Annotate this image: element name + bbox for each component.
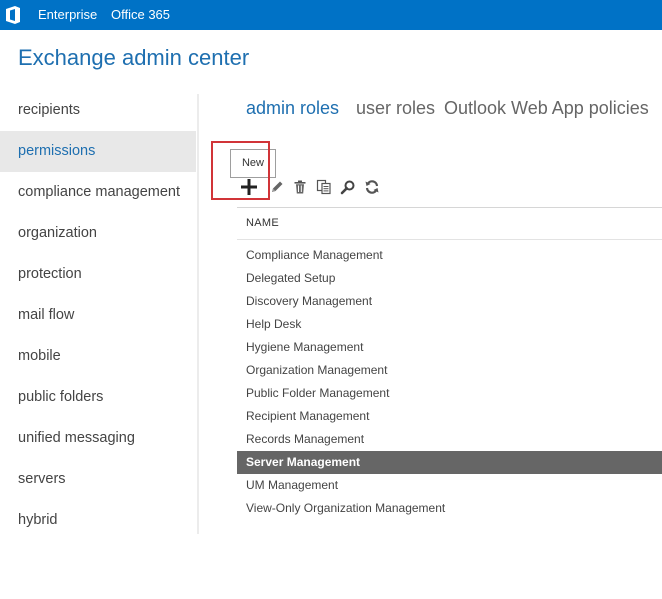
- table-row-selected[interactable]: Server Management: [237, 451, 662, 474]
- table-row[interactable]: Discovery Management: [237, 290, 662, 313]
- table-row[interactable]: Organization Management: [237, 359, 662, 382]
- header-divider: [237, 239, 662, 240]
- column-header-name[interactable]: NAME: [246, 217, 279, 229]
- refresh-icon[interactable]: [363, 178, 381, 196]
- table-row[interactable]: Help Desk: [237, 313, 662, 336]
- sidebar-item-unified-messaging[interactable]: unified messaging: [0, 418, 196, 459]
- page-title: Exchange admin center: [18, 45, 250, 70]
- sidebar-item-organization[interactable]: organization: [0, 213, 196, 254]
- roles-list: Compliance Management Delegated Setup Di…: [237, 244, 662, 520]
- table-row[interactable]: Hygiene Management: [237, 336, 662, 359]
- tab-user-roles[interactable]: user roles: [356, 98, 435, 119]
- sidebar-item-public-folders[interactable]: public folders: [0, 377, 196, 418]
- add-icon[interactable]: [239, 177, 259, 197]
- search-icon[interactable]: [339, 178, 357, 196]
- tab-admin-roles[interactable]: admin roles: [246, 98, 339, 119]
- copy-icon[interactable]: [315, 178, 333, 196]
- tab-outlook-web-app-policies[interactable]: Outlook Web App policies: [444, 98, 649, 119]
- sidebar-item-compliance-management[interactable]: compliance management: [0, 172, 196, 213]
- toolbar-divider: [237, 207, 662, 208]
- sidebar-item-servers[interactable]: servers: [0, 459, 196, 500]
- table-row[interactable]: UM Management: [237, 474, 662, 497]
- sidebar-item-recipients[interactable]: recipients: [0, 90, 196, 131]
- sidebar-item-mobile[interactable]: mobile: [0, 336, 196, 377]
- table-row[interactable]: Recipient Management: [237, 405, 662, 428]
- table-row[interactable]: Compliance Management: [237, 244, 662, 267]
- sidebar-item-mail-flow[interactable]: mail flow: [0, 295, 196, 336]
- table-row[interactable]: Public Folder Management: [237, 382, 662, 405]
- sidebar-item-permissions[interactable]: permissions: [0, 131, 196, 172]
- table-row[interactable]: Delegated Setup: [237, 267, 662, 290]
- new-tooltip: New: [230, 149, 276, 178]
- delete-icon[interactable]: [291, 178, 309, 196]
- sidebar-divider: [197, 94, 199, 534]
- top-bar: Enterprise Office 365: [0, 0, 662, 30]
- enterprise-link[interactable]: Enterprise: [38, 0, 97, 30]
- sidebar-item-protection[interactable]: protection: [0, 254, 196, 295]
- sidebar-item-hybrid[interactable]: hybrid: [0, 500, 196, 541]
- edit-icon[interactable]: [268, 178, 286, 196]
- sidebar-nav: recipients permissions compliance manage…: [0, 90, 196, 541]
- table-row[interactable]: Records Management: [237, 428, 662, 451]
- office365-link[interactable]: Office 365: [111, 0, 170, 30]
- office-logo-icon[interactable]: [5, 5, 21, 25]
- table-row[interactable]: View-Only Organization Management: [237, 497, 662, 520]
